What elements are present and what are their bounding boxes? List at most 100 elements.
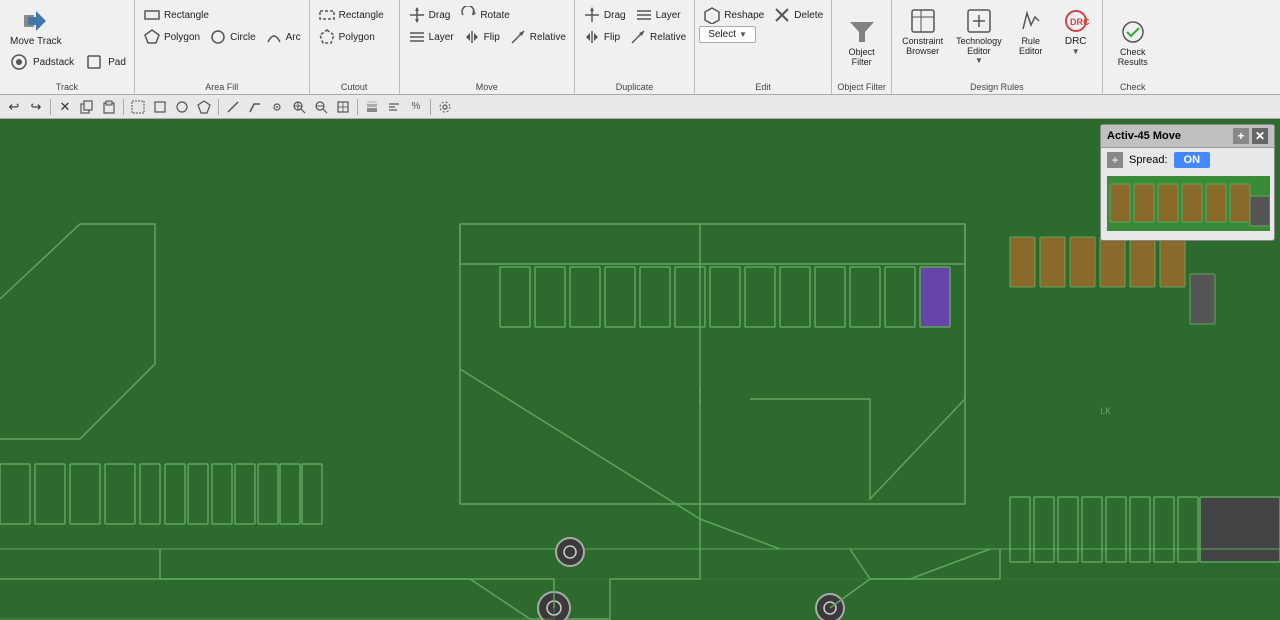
drag-dup-button[interactable]: Drag	[579, 4, 630, 26]
move-track-button[interactable]: Move Track	[4, 4, 68, 49]
select-label: Select	[708, 29, 736, 40]
panel-header: Activ-45 Move + ✕	[1101, 125, 1274, 148]
sub-btn-cut[interactable]: ✕	[55, 97, 75, 117]
relative-dup-button[interactable]: Relative	[625, 26, 690, 48]
svg-text:DRC: DRC	[1070, 17, 1090, 27]
circle-af-button[interactable]: Circle	[205, 26, 260, 48]
spread-toggle-button[interactable]: ON	[1174, 152, 1211, 168]
polygon-af-label: Polygon	[164, 32, 200, 43]
edit-group-label: Edit	[695, 82, 831, 92]
sub-btn-fit[interactable]	[333, 97, 353, 117]
sub-btn-0[interactable]: ↩	[4, 97, 24, 117]
spread-plus-icon: +	[1107, 152, 1123, 168]
sub-sep-4	[430, 99, 431, 115]
object-filter-label: ObjectFilter	[849, 47, 875, 67]
technology-editor-button[interactable]: TechnologyEditor ▼	[950, 4, 1008, 67]
panel-body: + Spread: ON	[1101, 148, 1274, 172]
circle-af-icon	[209, 28, 227, 46]
polygon-cut-label: Polygon	[339, 32, 375, 43]
layer-move-label: Layer	[429, 32, 454, 43]
padstack-label: Padstack	[33, 57, 74, 68]
rule-editor-button[interactable]: RuleEditor	[1009, 4, 1053, 67]
arc-af-button[interactable]: Arc	[261, 26, 305, 48]
sub-btn-rect-sel[interactable]	[150, 97, 170, 117]
panel-expand-button[interactable]: +	[1233, 128, 1249, 144]
drag-move-button[interactable]: Drag	[404, 4, 455, 26]
delete-button[interactable]: Delete	[769, 4, 827, 26]
drc-arrow: ▼	[1072, 47, 1080, 56]
padstack-icon	[8, 51, 30, 73]
polygon-cut-button[interactable]: Polygon	[314, 26, 379, 48]
reshape-icon	[703, 6, 721, 24]
pcb-canvas[interactable]: LK • Activ-45 Move + ✕ + Spread: ON	[0, 119, 1280, 620]
check-group: CheckResults Check	[1103, 0, 1163, 94]
sub-btn-paste[interactable]	[99, 97, 119, 117]
sub-btn-sel-all[interactable]	[128, 97, 148, 117]
drc-button[interactable]: DRC DRC ▼	[1054, 4, 1098, 67]
panel-title: Activ-45 Move	[1107, 130, 1181, 142]
sub-btn-layers[interactable]	[362, 97, 382, 117]
layer-dup-icon	[635, 6, 653, 24]
check-results-label: CheckResults	[1118, 47, 1148, 67]
sub-btn-props[interactable]	[384, 97, 404, 117]
move-group: Drag Rotate Layer Flip Relative Move	[400, 0, 575, 94]
rule-editor-icon	[1016, 6, 1046, 36]
flip-move-button[interactable]: Flip	[459, 26, 504, 48]
small-label: LK	[1100, 407, 1111, 417]
constraint-browser-label: ConstraintBrowser	[902, 36, 943, 56]
sub-btn-circ-sel[interactable]	[172, 97, 192, 117]
layer-dup-button[interactable]: Layer	[631, 4, 685, 26]
duplicate-group: Drag Layer Flip Relative Duplicate	[575, 0, 695, 94]
select-button[interactable]: Select ▼	[699, 26, 756, 43]
reshape-label: Reshape	[724, 10, 764, 21]
sub-btn-zoom-in[interactable]	[289, 97, 309, 117]
via-1	[556, 538, 584, 566]
relative-dup-icon	[629, 28, 647, 46]
sub-sep-3	[357, 99, 358, 115]
track-group-label: Track	[0, 82, 134, 92]
constraint-browser-button[interactable]: ConstraintBrowser	[896, 4, 949, 67]
sub-btn-copy[interactable]	[77, 97, 97, 117]
rectangle-cut-label: Rectangle	[339, 10, 384, 21]
rectangle-cut-button[interactable]: Rectangle	[314, 4, 388, 26]
pad-label: Pad	[108, 57, 126, 68]
polygon-af-button[interactable]: Polygon	[139, 26, 204, 48]
flip-move-label: Flip	[484, 32, 500, 43]
padstack-button[interactable]: Padstack	[4, 49, 78, 75]
rotate-move-button[interactable]: Rotate	[455, 4, 513, 26]
main-toolbar: Move Track Padstack Pad Track Rec	[0, 0, 1280, 95]
arc-af-label: Arc	[286, 32, 301, 43]
rectangle-af-button[interactable]: Rectangle	[139, 4, 213, 26]
panel-close-button[interactable]: ✕	[1252, 128, 1268, 144]
flip-dup-icon	[583, 28, 601, 46]
polygon-cut-icon	[318, 28, 336, 46]
flip-dup-button[interactable]: Flip	[579, 26, 624, 48]
move-group-label: Move	[400, 82, 574, 92]
sub-btn-zoom-out[interactable]	[311, 97, 331, 117]
sub-btn-percent[interactable]: %	[406, 97, 426, 117]
area-fill-group-label: Area Fill	[135, 82, 309, 92]
circle-af-label: Circle	[230, 32, 256, 43]
layer-move-button[interactable]: Layer	[404, 26, 458, 48]
sub-sep-1	[123, 99, 124, 115]
check-results-button[interactable]: CheckResults	[1111, 15, 1155, 69]
sub-btn-line[interactable]	[223, 97, 243, 117]
drc-label: DRC	[1065, 36, 1087, 47]
relative-move-button[interactable]: Relative	[505, 26, 570, 48]
object-filter-button[interactable]: ObjectFilter	[840, 15, 884, 69]
sub-sep-0	[50, 99, 51, 115]
sub-btn-1[interactable]: ↪	[26, 97, 46, 117]
edit-group: Reshape Delete Select ▼ Edit	[695, 0, 832, 94]
pad-icon	[83, 51, 105, 73]
sub-btn-via[interactable]	[267, 97, 287, 117]
sub-btn-settings[interactable]	[435, 97, 455, 117]
sub-btn-route[interactable]	[245, 97, 265, 117]
duplicate-group-label: Duplicate	[575, 82, 694, 92]
flip-move-icon	[463, 28, 481, 46]
pad-button[interactable]: Pad	[79, 49, 130, 75]
object-filter-group: ObjectFilter Object Filter	[832, 0, 892, 94]
sub-btn-poly-sel[interactable]	[194, 97, 214, 117]
design-rules-group-label: Design Rules	[892, 82, 1102, 92]
reshape-button[interactable]: Reshape	[699, 4, 768, 26]
rotate-move-icon	[459, 6, 477, 24]
